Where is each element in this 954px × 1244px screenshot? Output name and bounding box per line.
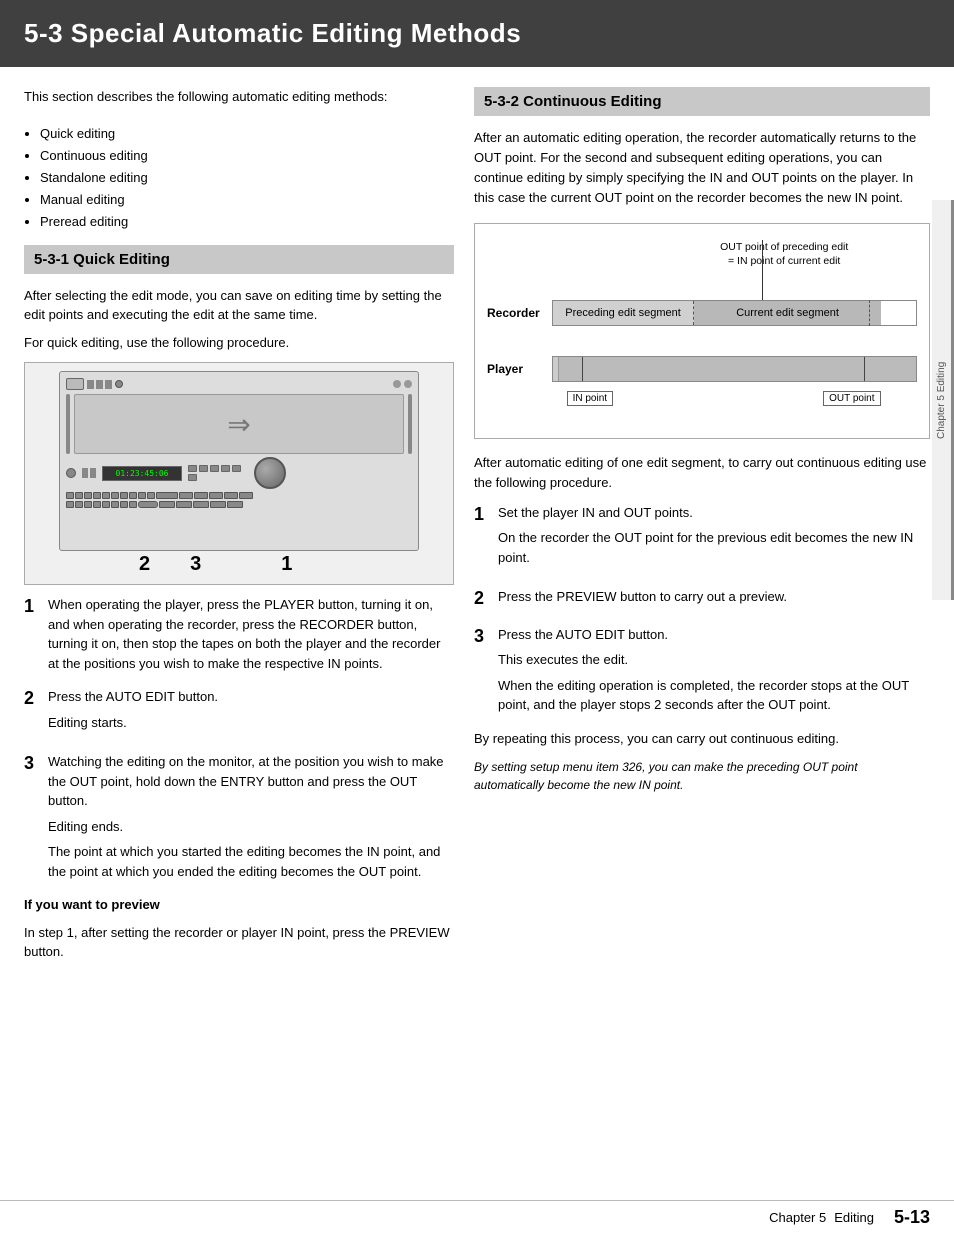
device-diagram: ⇒ 01:23:45:06 <box>59 371 419 551</box>
preview-heading: If you want to preview <box>24 897 160 912</box>
recorder-row: Recorder Preceding edit segment Current … <box>487 300 917 326</box>
sidebar-chapter-label: Chapter 5 Editing <box>932 200 954 600</box>
page-title: 5-3 Special Automatic Editing Methods <box>24 18 930 49</box>
edit-diagram: OUT point of preceding edit = IN point o… <box>474 223 930 439</box>
footer-chapter: Chapter 5 <box>769 1210 826 1225</box>
step-532-1-sub: On the recorder the OUT point for the pr… <box>498 528 930 567</box>
step-532-3: 3 Press the AUTO EDIT button. This execu… <box>474 625 930 715</box>
list-item: Quick editing <box>40 123 454 145</box>
player-row: Player IN point <box>487 356 917 382</box>
532-para1: After an automatic editing operation, th… <box>474 128 930 209</box>
device-display: 01:23:45:06 <box>102 466 182 481</box>
step-531-1: 1 When operating the player, press the P… <box>24 595 454 673</box>
step-531-2-sub: Editing starts. <box>48 713 218 733</box>
step-531-1-text: When operating the player, press the PLA… <box>48 597 440 671</box>
step-532-2: 2 Press the PREVIEW button to carry out … <box>474 587 930 610</box>
intro-text: This section describes the following aut… <box>24 87 454 107</box>
out-point-note: OUT point of preceding edit = IN point o… <box>720 241 848 267</box>
out-point-label: OUT point <box>829 393 874 404</box>
531-para2: For quick editing, use the following pro… <box>24 333 454 353</box>
content-area: This section describes the following aut… <box>0 87 954 970</box>
step-532-2-text: Press the PREVIEW button to carry out a … <box>498 589 787 604</box>
step-531-3-sub1: Editing ends. <box>48 817 454 837</box>
page-header: 5-3 Special Automatic Editing Methods <box>0 0 954 67</box>
left-column: This section describes the following aut… <box>24 87 454 970</box>
list-item: Preread editing <box>40 211 454 233</box>
section-531-header: 5-3-1 Quick Editing <box>24 245 454 274</box>
right-column: 5-3-2 Continuous Editing After an automa… <box>474 87 930 970</box>
step-531-2-text: Press the AUTO EDIT button. <box>48 689 218 704</box>
532-italic-note: By setting setup menu item 326, you can … <box>474 758 930 794</box>
footer-page-number: 5-13 <box>894 1207 930 1228</box>
step-531-3-text: Watching the editing on the monitor, at … <box>48 754 444 808</box>
diagram-numbers: 2 3 1 <box>59 553 419 576</box>
step-531-3: 3 Watching the editing on the monitor, a… <box>24 752 454 881</box>
in-point-label: IN point <box>573 393 607 404</box>
step-532-1: 1 Set the player IN and OUT points. On t… <box>474 503 930 574</box>
532-para3: By repeating this process, you can carry… <box>474 729 930 749</box>
list-item: Standalone editing <box>40 167 454 189</box>
step-532-3-sub2: When the editing operation is completed,… <box>498 676 930 715</box>
page-wrapper: 5-3 Special Automatic Editing Methods Th… <box>0 0 954 1244</box>
step-532-3-text: Press the AUTO EDIT button. <box>498 627 668 642</box>
list-item: Manual editing <box>40 189 454 211</box>
recorder-track: Preceding edit segment Current edit segm… <box>552 300 917 326</box>
preview-text: In step 1, after setting the recorder or… <box>24 923 454 962</box>
step-532-1-text: Set the player IN and OUT points. <box>498 505 693 520</box>
list-item: Continuous editing <box>40 145 454 167</box>
531-para1: After selecting the edit mode, you can s… <box>24 286 454 325</box>
section-532-header: 5-3-2 Continuous Editing <box>474 87 930 116</box>
player-track: IN point OUT point <box>552 356 917 382</box>
step-531-2: 2 Press the AUTO EDIT button. Editing st… <box>24 687 454 738</box>
footer-section: Editing <box>834 1210 874 1225</box>
step-531-3-sub2: The point at which you started the editi… <box>48 842 454 881</box>
532-para2: After automatic editing of one edit segm… <box>474 453 930 493</box>
intro-list: Quick editing Continuous editing Standal… <box>40 123 454 233</box>
step-532-3-sub1: This executes the edit. <box>498 650 930 670</box>
